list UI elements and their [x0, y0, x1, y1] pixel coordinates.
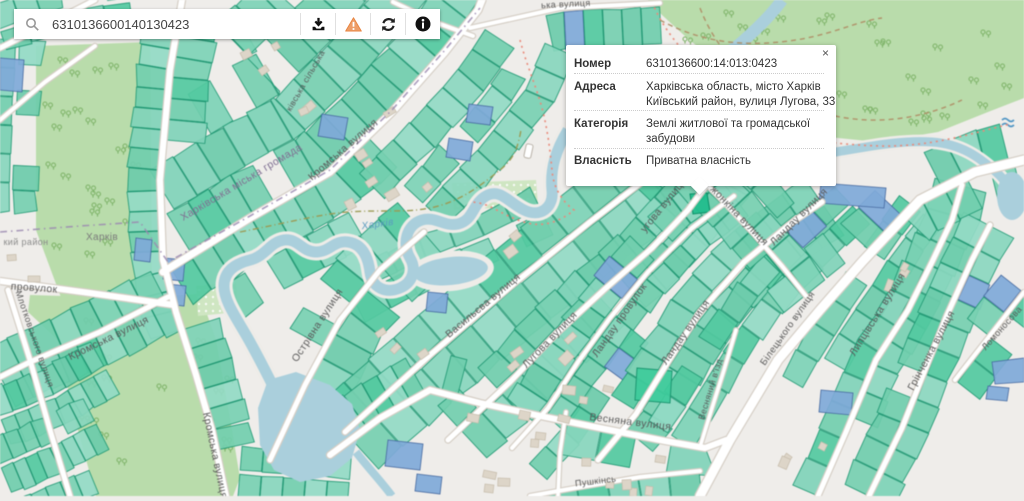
svg-text:Харків: Харків	[86, 232, 118, 243]
svg-text:кий район: кий район	[3, 237, 48, 247]
